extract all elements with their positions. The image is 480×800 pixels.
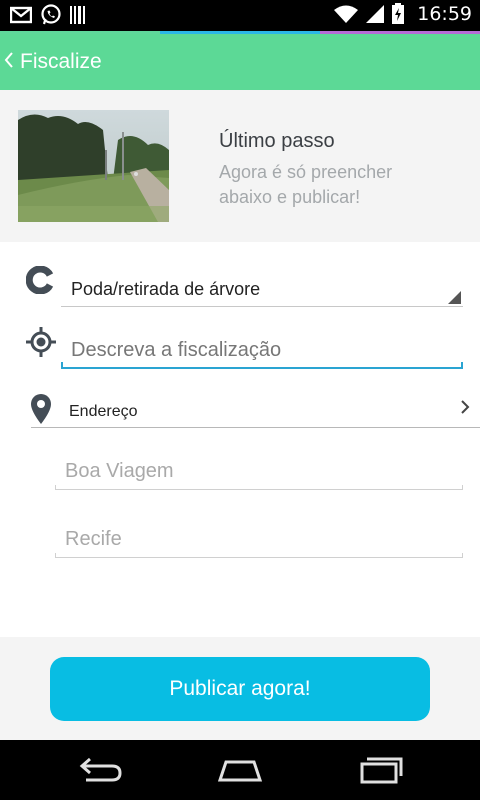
app-bar: Fiscalize (0, 34, 480, 90)
app-title[interactable]: Fiscalize (20, 50, 102, 74)
recent-apps-icon[interactable] (356, 754, 404, 786)
home-icon[interactable] (216, 754, 264, 786)
status-bar: 16:59 (0, 0, 480, 34)
description-field[interactable] (61, 335, 463, 369)
street-photo[interactable] (18, 110, 169, 222)
gmail-icon (10, 6, 32, 24)
main-content: Último passo Agora é só preencher abaixo… (0, 90, 480, 740)
dropdown-corner-icon (448, 291, 461, 304)
signal-icon (366, 5, 385, 23)
category-dropdown[interactable]: Poda/retirada de árvore (61, 277, 463, 307)
chevron-right-icon (460, 399, 470, 420)
category-c-icon (26, 266, 54, 294)
notification-icons (10, 4, 86, 26)
city-input[interactable] (65, 524, 455, 554)
publish-button[interactable]: Publicar agora! (50, 657, 430, 721)
city-field[interactable] (55, 524, 463, 558)
back-icon[interactable] (76, 754, 124, 786)
footer-panel: Publicar agora! (0, 637, 480, 740)
barcode-icon (70, 6, 85, 24)
system-icons: 16:59 (333, 3, 472, 25)
navigation-bar (0, 740, 480, 800)
step-subtitle: Agora é só preencher abaixo e publicar! (219, 162, 393, 207)
address-label: Endereço (69, 403, 138, 420)
header-card: Último passo Agora é só preencher abaixo… (0, 90, 480, 242)
category-value: Poda/retirada de árvore (71, 279, 261, 299)
neighborhood-input[interactable] (65, 456, 455, 486)
back-chevron-icon[interactable] (4, 50, 14, 74)
target-icon (26, 327, 56, 357)
description-input[interactable] (71, 335, 451, 365)
step-title: Último passo (219, 130, 335, 152)
clock: 16:59 (417, 3, 472, 25)
neighborhood-field[interactable] (55, 456, 463, 490)
address-row[interactable]: Endereço (31, 395, 480, 428)
wifi-icon (334, 5, 359, 23)
whatsapp-icon (41, 4, 61, 25)
battery-icon (392, 3, 405, 24)
